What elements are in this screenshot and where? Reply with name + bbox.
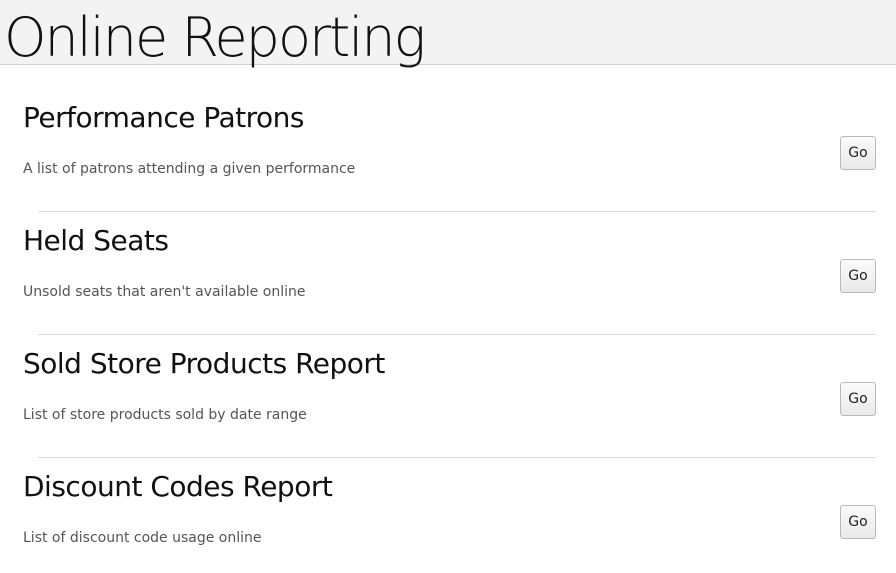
- report-title: Performance Patrons: [23, 101, 304, 134]
- report-item-held-seats: Held Seats Unsold seats that aren't avai…: [0, 188, 896, 311]
- report-description: List of store products sold by date rang…: [23, 407, 307, 423]
- page-header: Online Reporting: [0, 0, 896, 69]
- report-title: Held Seats: [23, 224, 169, 257]
- report-item-performance-patrons: Performance Patrons A list of patrons at…: [0, 65, 896, 188]
- go-button-discount-codes[interactable]: Go: [840, 505, 876, 539]
- go-button-performance-patrons[interactable]: Go: [840, 136, 876, 170]
- report-description: List of discount code usage online: [23, 530, 262, 546]
- report-title: Discount Codes Report: [23, 470, 333, 503]
- report-description: A list of patrons attending a given perf…: [23, 161, 356, 177]
- report-title: Sold Store Products Report: [23, 347, 385, 380]
- report-item-sold-store-products: Sold Store Products Report List of store…: [0, 311, 896, 434]
- go-button-held-seats[interactable]: Go: [840, 259, 876, 293]
- report-item-discount-codes: Discount Codes Report List of discount c…: [0, 434, 896, 557]
- report-description: Unsold seats that aren't available onlin…: [23, 284, 306, 300]
- page-title: Online Reporting: [4, 6, 426, 69]
- go-button-sold-store-products[interactable]: Go: [840, 382, 876, 416]
